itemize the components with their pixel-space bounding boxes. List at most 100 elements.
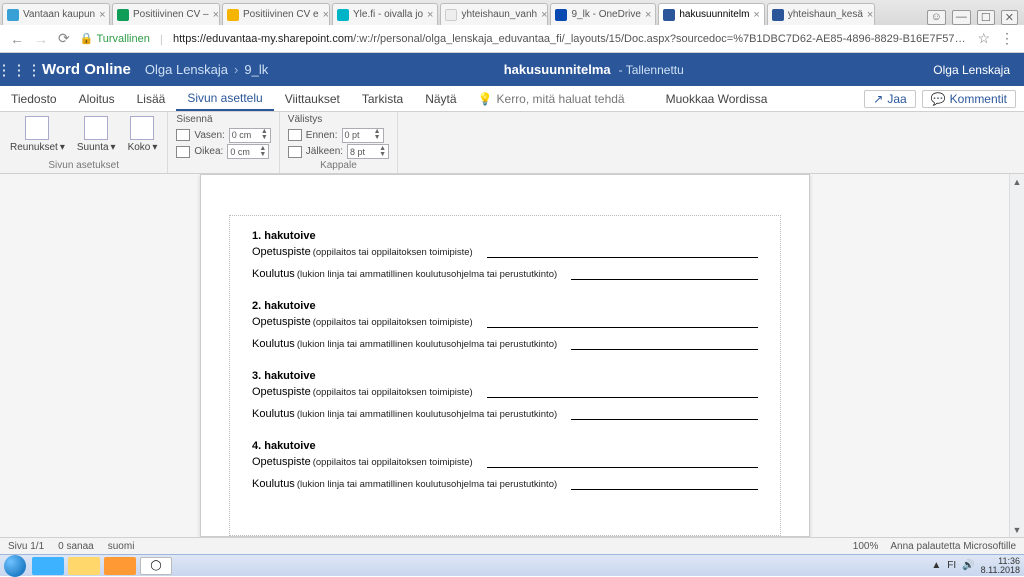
taskbar-media[interactable]	[104, 557, 136, 575]
app-launcher-icon[interactable]: ⋮⋮⋮	[0, 61, 38, 79]
taskbar-ie[interactable]	[32, 557, 64, 575]
document-canvas: 1. hakutoiveOpetuspiste(oppilaitos tai o…	[0, 174, 1024, 537]
blank-line[interactable]	[487, 458, 758, 468]
margins-button[interactable]: Reunukset ▾	[8, 114, 67, 153]
ribbon-tabs: Tiedosto Aloitus Lisää Sivun asettelu Vi…	[0, 86, 1024, 112]
start-button[interactable]	[4, 555, 26, 577]
field-label: Opetuspiste	[252, 386, 311, 398]
minimize-button[interactable]: —	[952, 10, 971, 25]
tab-insert[interactable]: Lisää	[126, 86, 177, 111]
browser-tab[interactable]: yhteishaun_kesä×	[767, 3, 875, 25]
page[interactable]: 1. hakutoiveOpetuspiste(oppilaitos tai o…	[200, 174, 810, 537]
language-indicator[interactable]: suomi	[108, 541, 135, 552]
close-icon[interactable]: ×	[753, 9, 759, 21]
windows-taskbar: ◯ ▲ FI 🔊 11:368.11.2018	[0, 554, 1024, 576]
scroll-up-button[interactable]: ▲	[1010, 174, 1024, 189]
close-icon[interactable]: ×	[99, 9, 105, 21]
save-status: - Tallennettu	[619, 63, 684, 77]
maximize-button[interactable]: ☐	[977, 10, 995, 25]
field-label: Koulutus	[252, 338, 295, 350]
browser-tab[interactable]: Vantaan kaupun×	[2, 3, 110, 25]
indent-left-input[interactable]: 0 cm▲▼	[229, 128, 271, 143]
browser-tab[interactable]: Positiivinen CV e×	[222, 3, 330, 25]
tab-review[interactable]: Tarkista	[351, 86, 414, 111]
lock-icon: 🔒	[80, 32, 94, 45]
form-entry: 3. hakutoiveOpetuspiste(oppilaitos tai o…	[252, 370, 758, 420]
tab-file[interactable]: Tiedosto	[0, 86, 68, 111]
close-icon[interactable]: ×	[213, 9, 219, 21]
blank-line[interactable]	[571, 340, 758, 350]
menu-icon[interactable]: ⋮	[1000, 30, 1014, 47]
browser-tab[interactable]: Yle.fi - oivalla jo×	[332, 3, 438, 25]
document-title[interactable]: hakusuunnitelma	[504, 62, 611, 77]
tell-me-search[interactable]: 💡Kerro, mitä haluat tehdä	[478, 92, 625, 106]
blank-line[interactable]	[487, 318, 758, 328]
user-icon[interactable]: ☺	[927, 10, 946, 25]
browser-tabstrip: Vantaan kaupun× Positiivinen CV –× Posit…	[0, 0, 1024, 25]
blank-line[interactable]	[571, 480, 758, 490]
orientation-icon	[84, 116, 108, 140]
form-entry: 2. hakutoiveOpetuspiste(oppilaitos tai o…	[252, 300, 758, 350]
form-entry: 1. hakutoiveOpetuspiste(oppilaitos tai o…	[252, 230, 758, 280]
close-icon[interactable]: ×	[427, 9, 433, 21]
tab-references[interactable]: Viittaukset	[274, 86, 351, 111]
close-icon[interactable]: ×	[541, 9, 547, 21]
taskbar-chrome[interactable]: ◯	[140, 557, 172, 575]
lang-indicator[interactable]: FI	[947, 560, 956, 571]
feedback-link[interactable]: Anna palautetta Microsoftille	[890, 541, 1016, 552]
forward-button[interactable]: →	[34, 31, 48, 47]
spacing-header: Välistys	[288, 114, 389, 125]
tab-home[interactable]: Aloitus	[68, 86, 126, 111]
back-button[interactable]: ←	[10, 31, 24, 47]
account-name[interactable]: Olga Lenskaja	[919, 63, 1024, 77]
browser-tab[interactable]: Positiivinen CV –×	[112, 3, 220, 25]
tab-view[interactable]: Näytä	[414, 86, 467, 111]
tray-icon[interactable]: 🔊	[962, 560, 974, 571]
blank-line[interactable]	[571, 270, 758, 280]
clock[interactable]: 11:368.11.2018	[981, 557, 1020, 575]
close-window-button[interactable]: ✕	[1001, 10, 1018, 25]
spacing-after-icon	[288, 146, 302, 158]
scrollbar[interactable]: ▲ ▼	[1009, 174, 1024, 537]
entry-heading: 2. hakutoive	[252, 300, 758, 312]
breadcrumb[interactable]: Olga Lenskaja›9_lk	[145, 62, 268, 77]
share-button[interactable]: ↗Jaa	[864, 90, 915, 108]
tab-layout[interactable]: Sivun asettelu	[176, 86, 273, 111]
bookmark-icon[interactable]: ☆	[977, 30, 990, 47]
comments-button[interactable]: 💬Kommentit	[922, 90, 1016, 108]
close-icon[interactable]: ×	[645, 9, 651, 21]
field-label: Opetuspiste	[252, 246, 311, 258]
browser-addressbar: ← → ⟳ 🔒Turvallinen | https://eduvantaa-m…	[0, 25, 1024, 53]
word-count[interactable]: 0 sanaa	[58, 541, 94, 552]
blank-line[interactable]	[571, 410, 758, 420]
margins-icon	[25, 116, 49, 140]
close-icon[interactable]: ×	[323, 9, 329, 21]
scroll-down-button[interactable]: ▼	[1010, 522, 1024, 537]
taskbar-explorer[interactable]	[68, 557, 100, 575]
blank-line[interactable]	[487, 248, 758, 258]
app-name[interactable]: Word Online	[38, 61, 145, 78]
indent-right-input[interactable]: 0 cm▲▼	[227, 144, 269, 159]
reload-button[interactable]: ⟳	[58, 30, 70, 47]
edit-in-word-button[interactable]: Muokkaa Wordissa	[655, 86, 779, 111]
blank-line[interactable]	[487, 388, 758, 398]
entry-heading: 4. hakutoive	[252, 440, 758, 452]
orientation-button[interactable]: Suunta ▾	[75, 114, 118, 153]
spacing-before-input[interactable]: 0 pt▲▼	[342, 128, 384, 143]
browser-tab[interactable]: yhteishaun_vanh×	[440, 3, 548, 25]
browser-tab-active[interactable]: hakusuunnitelm×	[658, 3, 764, 25]
url-field[interactable]: https://eduvantaa-my.sharepoint.com/:w:/…	[173, 33, 967, 45]
field-label: Opetuspiste	[252, 456, 311, 468]
group-label-pagesetup: Sivun asetukset	[8, 160, 159, 173]
tray-icon[interactable]: ▲	[931, 560, 941, 571]
page-indicator[interactable]: Sivu 1/1	[8, 541, 44, 552]
spacing-after-input[interactable]: 8 pt▲▼	[347, 144, 389, 159]
close-icon[interactable]: ×	[867, 9, 873, 21]
browser-tab[interactable]: 9_lk - OneDrive×	[550, 3, 656, 25]
pagesize-icon	[130, 116, 154, 140]
field-label: Koulutus	[252, 268, 295, 280]
secure-badge[interactable]: 🔒Turvallinen	[80, 32, 150, 45]
zoom-level[interactable]: 100%	[853, 541, 879, 552]
entry-heading: 1. hakutoive	[252, 230, 758, 242]
size-button[interactable]: Koko ▾	[126, 114, 160, 153]
